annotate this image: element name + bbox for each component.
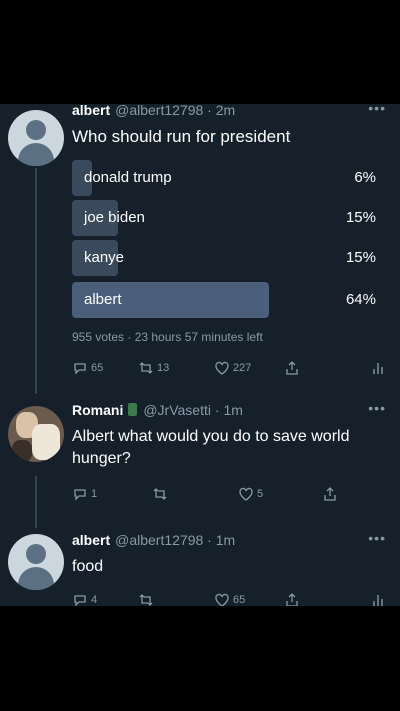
retweet-button[interactable]	[138, 592, 157, 606]
reply-count: 4	[91, 594, 98, 606]
analytics-icon	[373, 363, 383, 374]
share-button[interactable]	[322, 486, 341, 502]
tweet-header: Romani @JrVasetti · 1m	[72, 402, 243, 418]
like-icon	[215, 361, 229, 375]
retweet-icon	[139, 594, 153, 606]
tweet-actions: 65 13 227	[72, 360, 392, 380]
like-count: 5	[257, 488, 264, 500]
analytics-button[interactable]	[370, 360, 389, 376]
tweet-header: albert @albert12798 · 2m	[72, 104, 236, 118]
reply-button[interactable]: 1	[72, 486, 97, 502]
like-icon	[215, 593, 229, 606]
tweet-actions: 4 65	[72, 592, 392, 606]
poll-option-label: donald trump	[84, 169, 172, 186]
share-icon	[286, 593, 298, 606]
poll-option-label: albert	[84, 291, 122, 308]
retweet-count: 13	[157, 362, 170, 374]
retweet-icon	[139, 362, 153, 374]
tweet-text: Who should run for president	[72, 127, 291, 146]
emoji-badge-icon	[128, 403, 138, 416]
avatar[interactable]	[8, 534, 64, 590]
reply-count: 65	[91, 362, 104, 374]
retweet-icon	[153, 488, 167, 500]
timeline: albert @albert12798 · 2m ••• Who should r…	[0, 104, 400, 606]
analytics-button[interactable]	[370, 592, 389, 606]
like-icon	[239, 487, 253, 501]
tweet-actions: 1 5	[72, 486, 392, 506]
share-button[interactable]	[284, 360, 303, 376]
poll-option-percent: 6%	[354, 169, 376, 186]
handle[interactable]: @albert12798	[115, 104, 203, 118]
like-button[interactable]: 227	[214, 360, 251, 376]
poll-option[interactable]: kanye 15%	[72, 240, 380, 276]
tweet-header: albert @albert12798 · 1m	[72, 532, 236, 548]
avatar[interactable]	[8, 110, 64, 166]
like-button[interactable]: 5	[238, 486, 263, 502]
share-icon	[324, 487, 336, 501]
more-icon[interactable]: •••	[368, 530, 386, 546]
poll-option[interactable]: albert 64%	[72, 282, 380, 318]
share-button[interactable]	[284, 592, 303, 606]
display-name[interactable]: albert	[72, 104, 110, 118]
handle[interactable]: @albert12798	[115, 532, 203, 548]
reply-icon	[74, 595, 86, 606]
share-icon	[286, 361, 298, 375]
like-button[interactable]: 65	[214, 592, 245, 606]
timestamp[interactable]: 2m	[216, 104, 235, 118]
reply-button[interactable]: 4	[72, 592, 97, 606]
reply-count: 1	[91, 488, 98, 500]
more-icon[interactable]: •••	[368, 400, 386, 416]
poll-option-label: kanye	[84, 249, 125, 266]
poll-option-label: joe biden	[84, 209, 145, 226]
poll-option-percent: 15%	[345, 249, 376, 266]
reply-button[interactable]: 65	[72, 360, 103, 376]
avatar[interactable]	[8, 406, 64, 462]
reply-icon	[74, 363, 86, 375]
poll-option-percent: 15%	[345, 209, 376, 226]
like-count: 227	[233, 362, 252, 374]
timestamp[interactable]: 1m	[216, 532, 235, 548]
poll-option[interactable]: joe biden 15%	[72, 200, 380, 236]
retweet-button[interactable]: 13	[138, 360, 169, 376]
display-name[interactable]: Romani	[72, 402, 123, 418]
poll-option-percent: 64%	[345, 291, 376, 308]
poll-option[interactable]: donald trump 6%	[72, 160, 380, 196]
like-count: 65	[233, 594, 246, 606]
handle[interactable]: @JrVasetti	[143, 402, 211, 418]
reply-icon	[74, 489, 86, 501]
display-name[interactable]: albert	[72, 532, 110, 548]
thread-line	[35, 168, 37, 394]
tweet-text: Albert what would you do to save world h…	[72, 428, 350, 467]
tweet-text: food	[72, 558, 104, 575]
poll-meta: 955 votes · 23 hours 57 minutes left	[72, 330, 263, 344]
retweet-button[interactable]	[152, 486, 171, 502]
more-icon[interactable]: •••	[368, 104, 386, 116]
thread-line	[35, 476, 37, 528]
analytics-icon	[373, 595, 383, 606]
timestamp[interactable]: 1m	[223, 402, 242, 418]
